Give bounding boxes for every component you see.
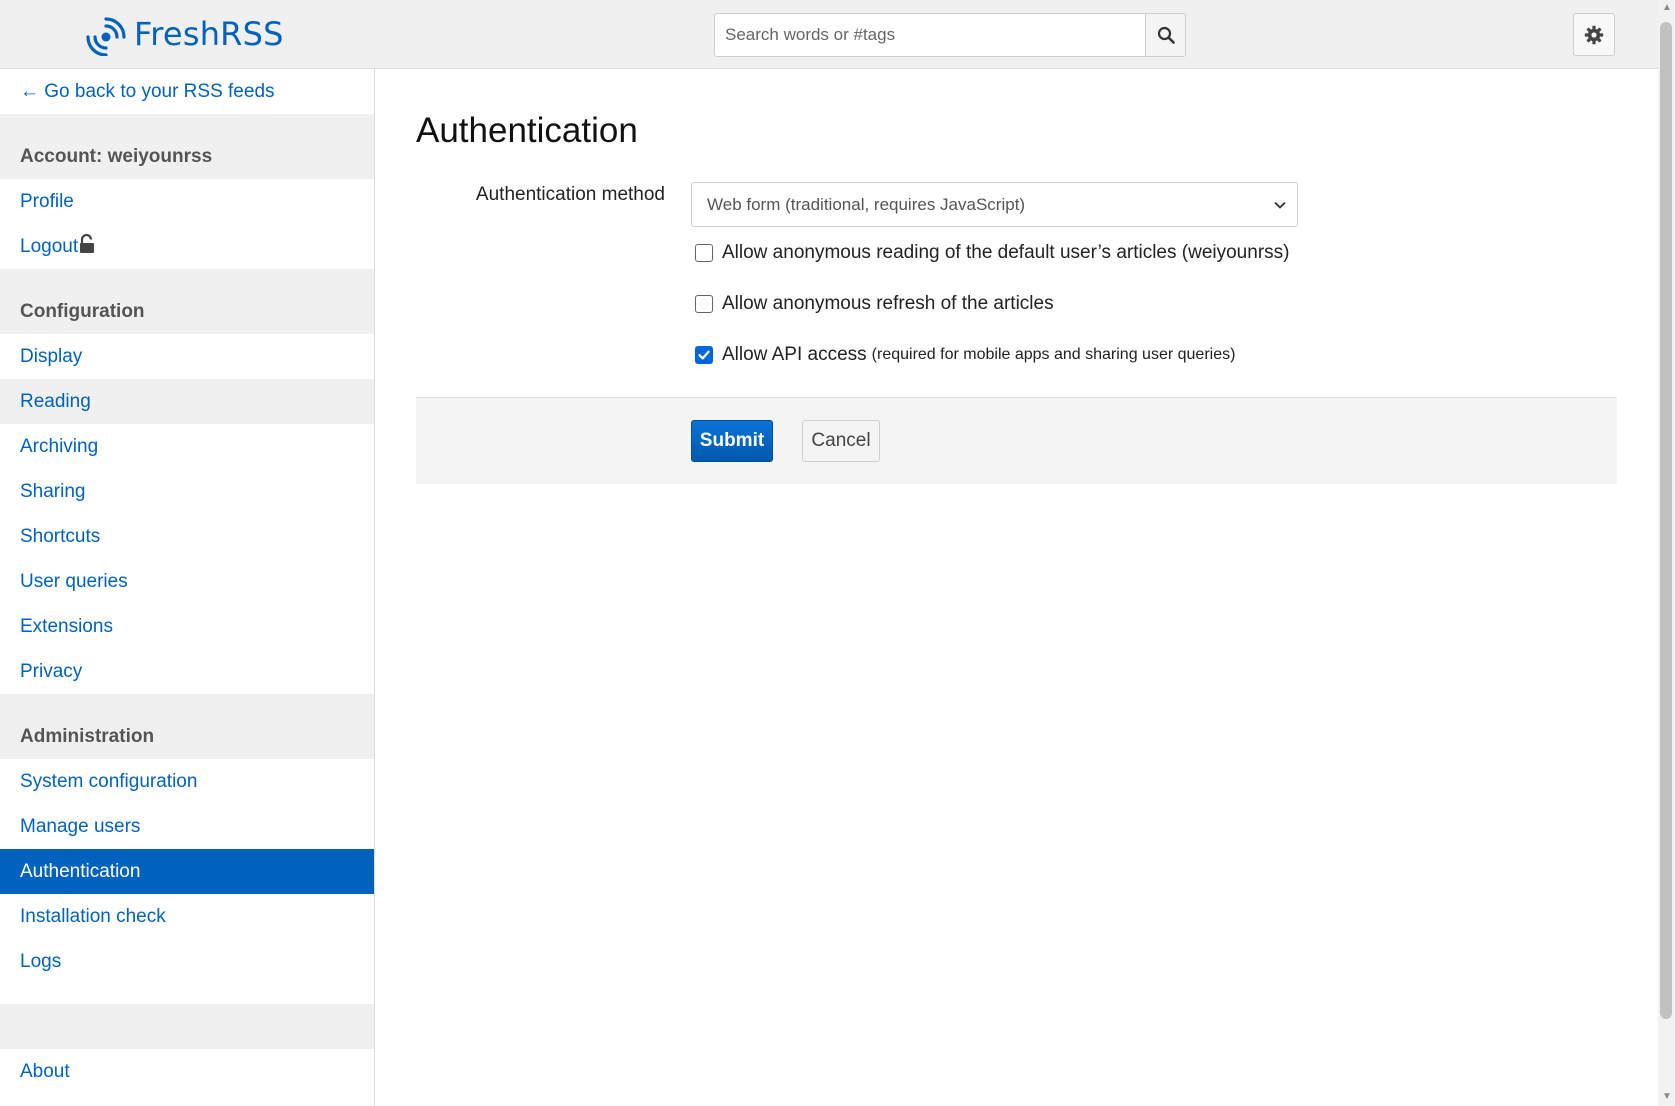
scrollbar-thumb[interactable] — [1660, 22, 1672, 1019]
app-name: FreshRSS — [134, 15, 284, 53]
scroll-up-arrow-icon[interactable]: ▲ — [1661, 2, 1673, 13]
sidebar-item-profile[interactable]: Profile — [0, 179, 374, 224]
sidebar-spacer — [0, 269, 374, 289]
top-header: FreshRSS — [0, 0, 1658, 69]
search-bar — [714, 13, 1186, 57]
auth-method-value: Web form (traditional, requires JavaScri… — [707, 195, 1026, 214]
cancel-button[interactable]: Cancel — [802, 420, 880, 462]
settings-button[interactable] — [1573, 13, 1615, 56]
sidebar-header-administration: Administration — [0, 714, 374, 759]
anonymous-reading-label: Allow anonymous reading of the default u… — [722, 242, 1290, 263]
sidebar-item-installation-check[interactable]: Installation check — [0, 894, 374, 939]
sidebar-item-logout[interactable]: Logout — [0, 224, 374, 269]
sidebar-header-configuration: Configuration — [0, 289, 374, 334]
sidebar-item-shortcuts[interactable]: Shortcuts — [0, 514, 374, 559]
sidebar-header-account: Account: weiyounrss — [0, 134, 374, 179]
sidebar-item-reading[interactable]: Reading — [0, 379, 374, 424]
sidebar-item-archiving[interactable]: Archiving — [0, 424, 374, 469]
search-input[interactable] — [714, 13, 1145, 57]
sidebar-item-display[interactable]: Display — [0, 334, 374, 379]
sidebar-item-label: Logout — [20, 236, 79, 257]
sidebar-item-user-queries[interactable]: User queries — [0, 559, 374, 604]
auth-method-select[interactable]: Web form (traditional, requires JavaScri… — [691, 182, 1298, 227]
submit-button[interactable]: Submit — [691, 420, 773, 462]
checkmark-icon — [698, 350, 710, 360]
api-access-label: Allow API access — [722, 344, 867, 365]
app-logo[interactable]: FreshRSS — [86, 12, 284, 56]
sidebar-item-authentication[interactable]: Authentication — [0, 849, 374, 894]
freshrss-logo-icon — [86, 17, 126, 56]
sidebar-item-sharing[interactable]: Sharing — [0, 469, 374, 514]
api-access-checkbox[interactable] — [695, 346, 713, 364]
page-title: Authentication — [416, 111, 638, 150]
sidebar-spacer — [0, 114, 374, 134]
gear-icon — [1584, 25, 1604, 44]
anonymous-refresh-checkbox[interactable] — [695, 295, 713, 313]
sidebar-item-logs[interactable]: Logs — [0, 939, 374, 984]
main-content: Authentication Authentication method Web… — [375, 69, 1658, 1106]
scroll-down-arrow-icon[interactable]: ▼ — [1661, 1091, 1673, 1102]
search-button[interactable] — [1145, 13, 1186, 57]
sidebar-spacer — [0, 1004, 374, 1049]
unlock-icon — [80, 233, 95, 253]
sidebar-item-system-configuration[interactable]: System configuration — [0, 759, 374, 804]
form-actions: Submit Cancel — [416, 397, 1617, 484]
sidebar: ← Go back to your RSS feeds Account: wei… — [0, 69, 375, 1106]
sidebar-item-about[interactable]: About — [0, 1049, 374, 1094]
api-access-note: (required for mobile apps and sharing us… — [871, 346, 1236, 363]
sidebar-item-extensions[interactable]: Extensions — [0, 604, 374, 649]
anonymous-reading-checkbox[interactable] — [695, 244, 713, 262]
auth-method-label: Authentication method — [475, 184, 665, 205]
api-access-option[interactable]: Allow API access (required for mobile ap… — [695, 344, 1235, 366]
anonymous-reading-option[interactable]: Allow anonymous reading of the default u… — [695, 242, 1289, 264]
sidebar-spacer — [0, 694, 374, 714]
back-to-feeds-link[interactable]: ← Go back to your RSS feeds — [0, 69, 374, 114]
sidebar-item-privacy[interactable]: Privacy — [0, 649, 374, 694]
anonymous-refresh-option[interactable]: Allow anonymous refresh of the articles — [695, 293, 1054, 315]
chevron-down-icon — [1274, 201, 1286, 209]
search-icon — [1157, 26, 1175, 44]
anonymous-refresh-label: Allow anonymous refresh of the articles — [722, 293, 1054, 314]
sidebar-item-manage-users[interactable]: Manage users — [0, 804, 374, 849]
